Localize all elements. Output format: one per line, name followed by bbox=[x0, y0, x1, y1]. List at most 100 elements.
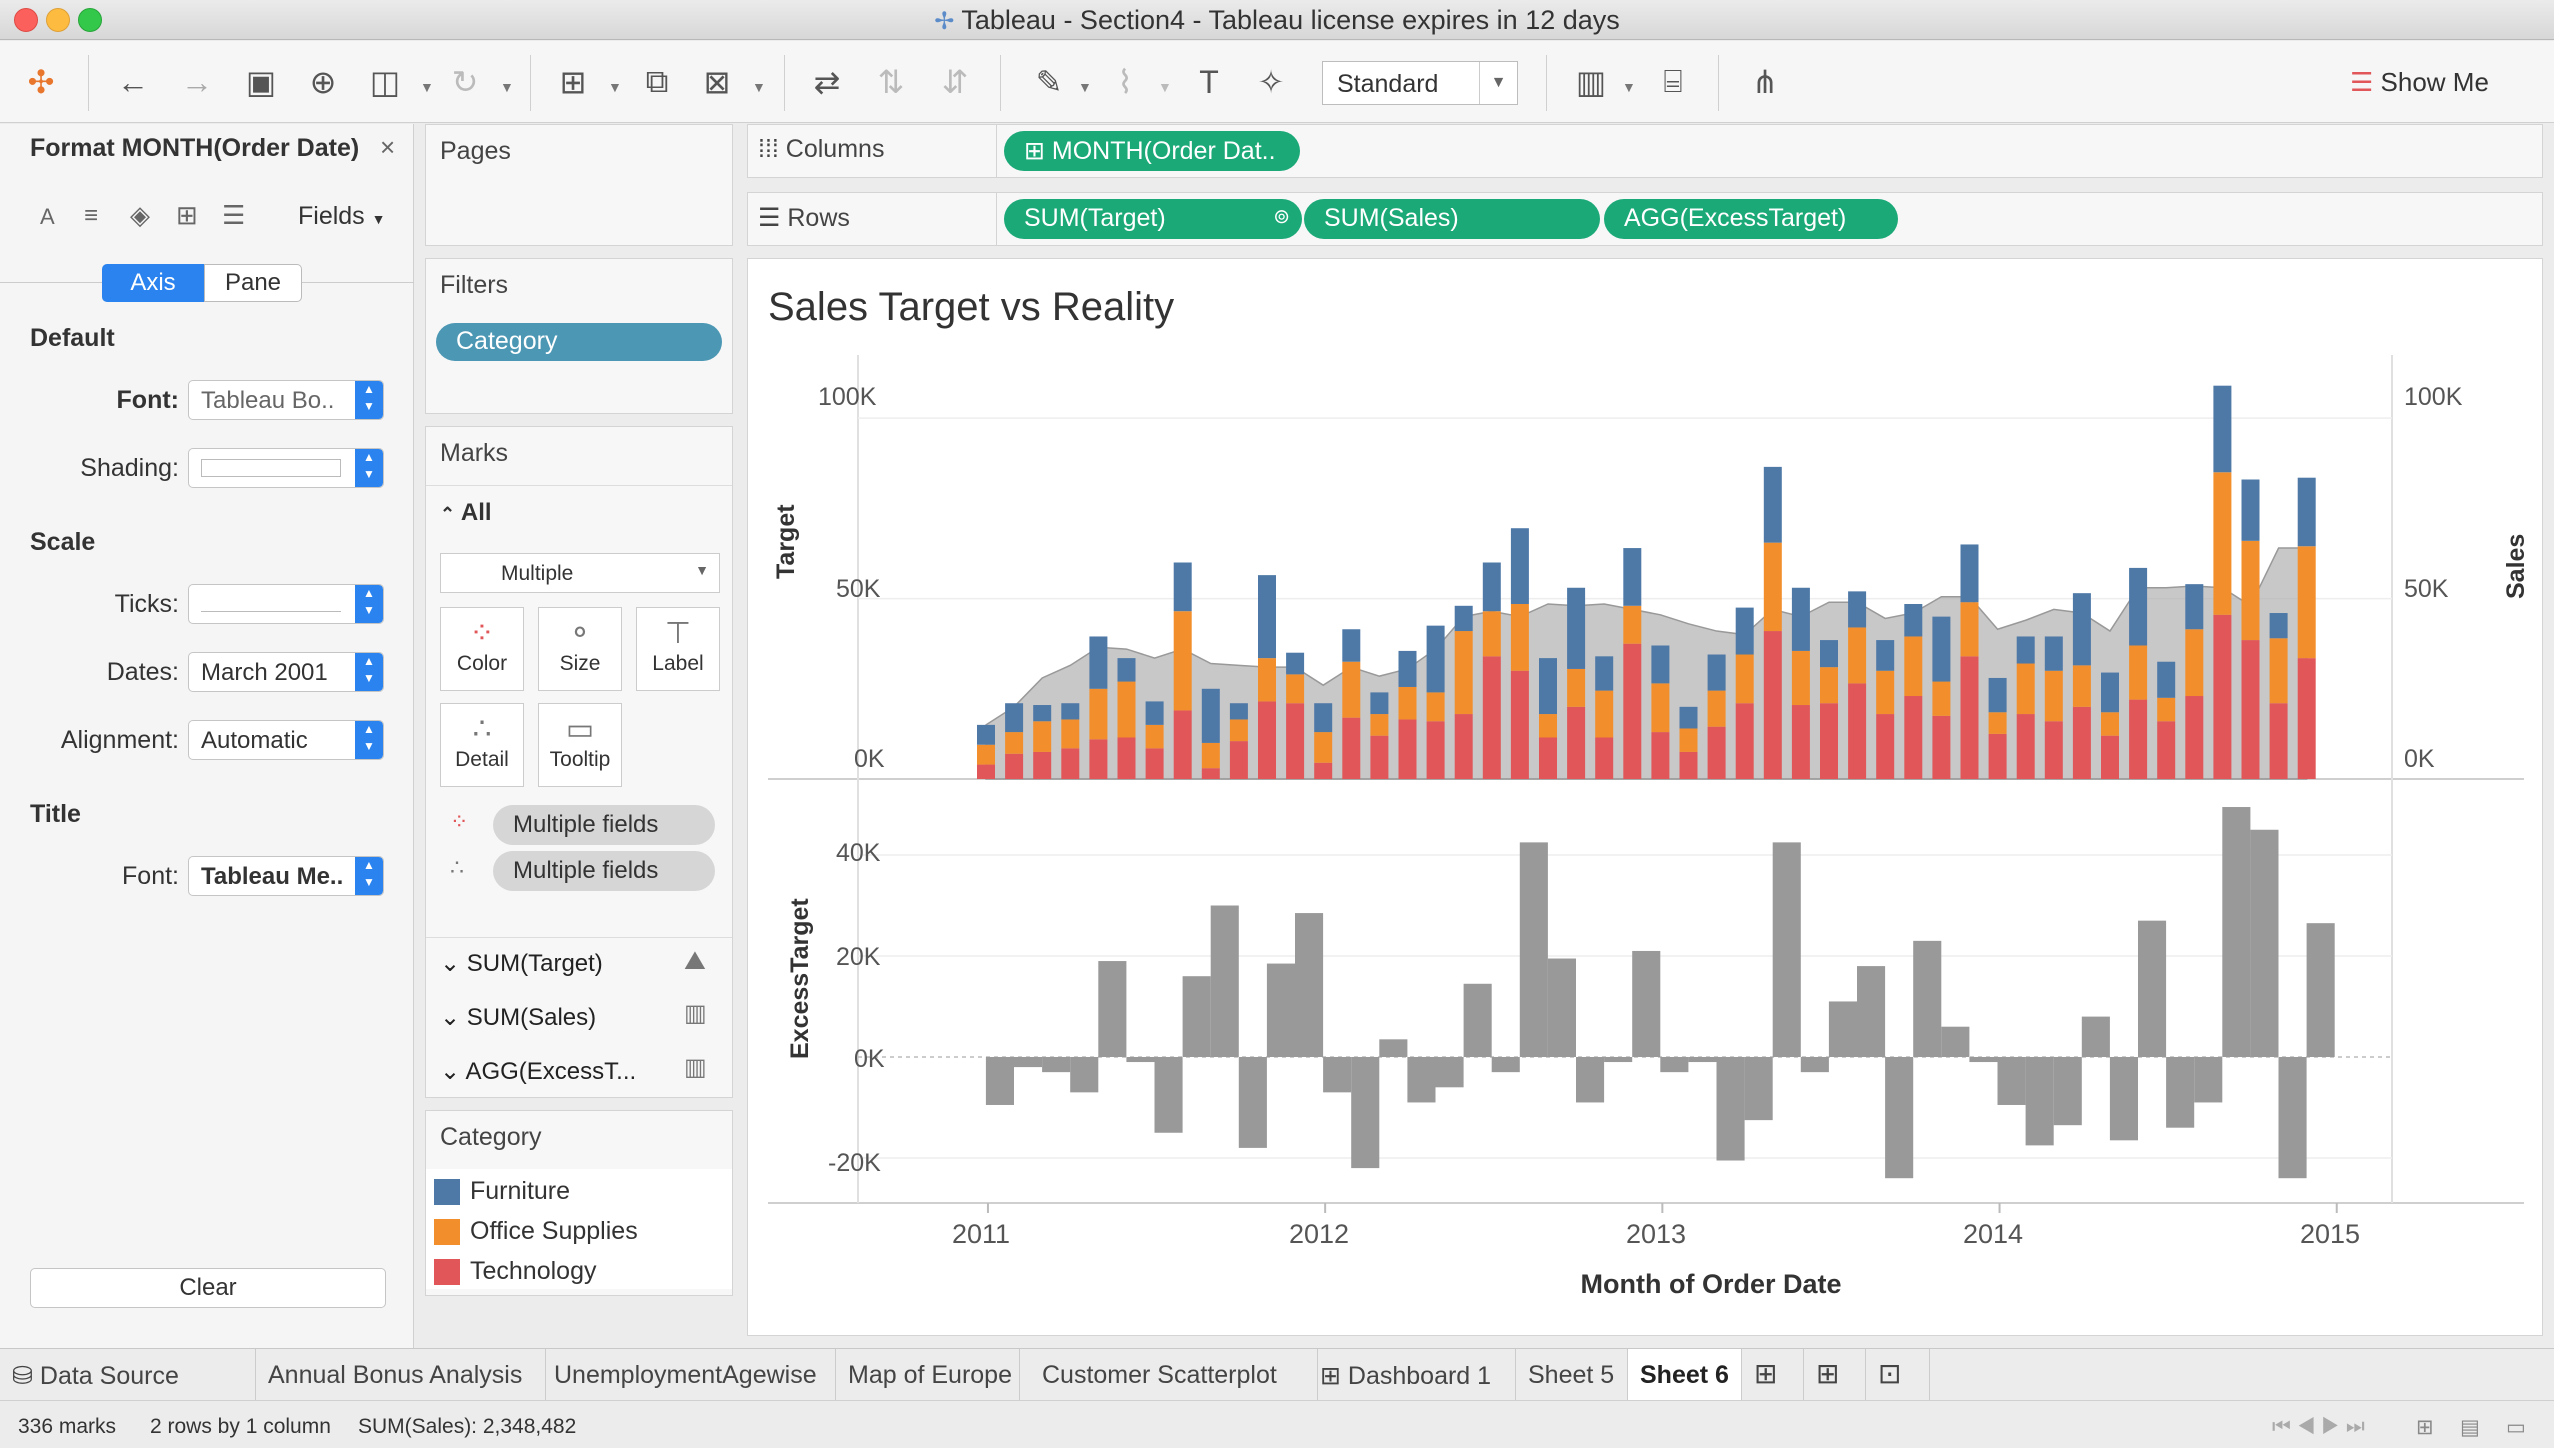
tab-sheet-5[interactable]: Sheet 5 bbox=[1516, 1349, 1628, 1401]
mark-type-select[interactable]: Multiple ▼ bbox=[440, 553, 720, 593]
presentation-mode-icon[interactable]: ⌸ bbox=[1652, 61, 1694, 103]
sales-bar-segment bbox=[2129, 645, 2148, 700]
new-dashboard-tab-icon[interactable]: ⊞ bbox=[1804, 1349, 1866, 1401]
forward-arrow-icon[interactable]: → bbox=[176, 61, 218, 103]
detail-field-icon: ∴ bbox=[450, 855, 464, 880]
sales-bar-segment bbox=[1061, 748, 1080, 779]
tab-pane[interactable]: Pane bbox=[204, 264, 302, 302]
sales-bar-segment bbox=[1314, 703, 1333, 733]
view-size-select[interactable]: Standard ▼ bbox=[1322, 61, 1518, 105]
new-story-tab-icon[interactable]: ⊡ bbox=[1866, 1349, 1930, 1401]
clear-button[interactable]: Clear bbox=[30, 1268, 386, 1308]
color-button[interactable]: ⁘ Color bbox=[440, 607, 524, 691]
show-cards-icon[interactable]: ▥ bbox=[1570, 61, 1612, 103]
tabs-view-icon[interactable]: ▭ bbox=[2506, 1415, 2526, 1440]
sales-bar-segment bbox=[1033, 721, 1052, 752]
sales-bar-segment bbox=[1904, 636, 1923, 697]
pause-updates-icon[interactable]: ◫ bbox=[364, 61, 406, 103]
sales-target-chart[interactable] bbox=[748, 259, 2544, 1337]
share-icon[interactable]: ⋔ bbox=[1744, 61, 1786, 103]
shading-tab-icon[interactable]: ◈ bbox=[130, 200, 150, 231]
rows-shelf[interactable]: ☰ Rows SUM(Target) ⊚ SUM(Sales) AGG(Exce… bbox=[747, 192, 2543, 246]
sheet-navigation-icon[interactable]: ⏮ ◀ ▶ ⏭ bbox=[2272, 1415, 2365, 1439]
sort-descending-icon[interactable]: ⇵ bbox=[934, 61, 976, 103]
rows-pill-sum-target[interactable]: SUM(Target) ⊚ bbox=[1004, 199, 1302, 239]
sales-bar-segment bbox=[977, 744, 995, 765]
pages-card[interactable]: Pages bbox=[425, 124, 733, 246]
excess-target-bar bbox=[1098, 961, 1127, 1057]
sales-bar-segment bbox=[1679, 728, 1698, 752]
title-font-select[interactable]: Tableau Me.. ▲ ▼ bbox=[188, 856, 384, 896]
filter-pill-category[interactable]: Category bbox=[436, 323, 722, 361]
label-button[interactable]: ⊤ Label bbox=[636, 607, 720, 691]
duplicate-sheet-icon[interactable]: ⧉ bbox=[636, 61, 678, 103]
fix-axes-icon[interactable]: ✧ bbox=[1250, 61, 1292, 103]
font-select[interactable]: Tableau Bo.. ▲ ▼ bbox=[188, 380, 384, 420]
detail-button[interactable]: ∴ Detail bbox=[440, 703, 524, 787]
new-worksheet-tab-icon[interactable]: ⊞ bbox=[1742, 1349, 1804, 1401]
sales-bar-segment bbox=[1623, 643, 1642, 779]
show-me-button[interactable]: ☰ Show Me bbox=[2350, 67, 2489, 98]
marks-sales-row[interactable]: ⌄ SUM(Sales) bbox=[440, 1003, 596, 1032]
highlight-icon[interactable]: ✎ bbox=[1028, 61, 1070, 103]
sales-bar-segment bbox=[1567, 706, 1586, 779]
clear-sheet-icon[interactable]: ⊠ bbox=[696, 61, 738, 103]
swap-rows-columns-icon[interactable]: ⇄ bbox=[806, 61, 848, 103]
columns-pill-month-order-date[interactable]: ⊞ MONTH(Order Dat.. bbox=[1004, 131, 1300, 171]
fields-dropdown[interactable]: Fields ▼ bbox=[298, 202, 386, 231]
bar-mark-icon: ▥ bbox=[684, 1000, 707, 1027]
tab-unemployment-agewise[interactable]: UnemploymentAgewise bbox=[542, 1349, 836, 1401]
filmstrip-icon[interactable]: ▤ bbox=[2460, 1415, 2480, 1440]
marks-all-toggle[interactable]: ⌃ All bbox=[440, 499, 492, 527]
detail-icon: ∴ bbox=[472, 713, 492, 746]
borders-tab-icon[interactable]: ⊞ bbox=[176, 200, 198, 231]
sort-ascending-icon[interactable]: ⇅ bbox=[870, 61, 912, 103]
sales-bar-segment bbox=[1960, 544, 1979, 603]
shading-select[interactable]: ▲ ▼ bbox=[188, 448, 384, 488]
alignment-select[interactable]: Automatic ▲ ▼ bbox=[188, 720, 384, 760]
tab-annual-bonus-analysis[interactable]: Annual Bonus Analysis bbox=[256, 1349, 546, 1401]
size-button[interactable]: ⚬ Size bbox=[538, 607, 622, 691]
lines-tab-icon[interactable]: ☰ bbox=[222, 200, 245, 231]
tooltip-button[interactable]: ▭ Tooltip bbox=[538, 703, 622, 787]
sales-bar-segment bbox=[1932, 681, 1951, 716]
excess-tick-label: 40K bbox=[836, 839, 881, 867]
tab-data-source[interactable]: ⛁ Data Source bbox=[0, 1349, 256, 1401]
sheet-sorter-icon[interactable]: ⊞ bbox=[2416, 1415, 2434, 1440]
worksheet-view[interactable]: Sales Target vs Reality Target Sales Exc… bbox=[747, 258, 2543, 1336]
tab-sheet-6[interactable]: Sheet 6 bbox=[1628, 1349, 1742, 1401]
detail-field-pill[interactable]: Multiple fields bbox=[493, 851, 715, 891]
alignment-tab-icon[interactable]: ≡ bbox=[84, 202, 98, 230]
color-field-pill[interactable]: Multiple fields bbox=[493, 805, 715, 845]
dates-select[interactable]: March 2001 ▲ ▼ bbox=[188, 652, 384, 692]
excess-target-bar bbox=[1435, 1057, 1464, 1088]
font-tab-icon[interactable]: A bbox=[40, 204, 55, 230]
tableau-home-icon[interactable]: ✣ bbox=[20, 61, 62, 103]
excess-target-bar bbox=[1491, 1057, 1520, 1073]
marks-target-row[interactable]: ⌄ SUM(Target) bbox=[440, 949, 603, 978]
excess-target-bar bbox=[1042, 1057, 1071, 1073]
save-icon[interactable]: ▣ bbox=[240, 61, 282, 103]
columns-shelf[interactable]: ⁞⁞⁞ Columns ⊞ MONTH(Order Dat.. bbox=[747, 124, 2543, 178]
new-worksheet-icon[interactable]: ⊞ bbox=[552, 61, 594, 103]
tab-map-of-europe[interactable]: Map of Europe bbox=[836, 1349, 1020, 1401]
group-members-icon[interactable]: ⌇ bbox=[1104, 61, 1146, 103]
tab-customer-scatterplot[interactable]: Customer Scatterplot bbox=[1030, 1349, 1318, 1401]
rows-pill-sum-sales[interactable]: SUM(Sales) bbox=[1304, 199, 1600, 239]
tab-axis[interactable]: Axis bbox=[102, 264, 204, 302]
refresh-icon[interactable]: ↻ bbox=[444, 61, 486, 103]
ticks-select[interactable]: ▲ ▼ bbox=[188, 584, 384, 624]
sales-bar-segment bbox=[1089, 688, 1108, 740]
filters-card[interactable]: Filters Category bbox=[425, 258, 733, 414]
legend-item-technology[interactable]: Technology bbox=[470, 1257, 596, 1286]
show-labels-icon[interactable]: T bbox=[1188, 61, 1230, 103]
new-data-source-icon[interactable]: ⊕ bbox=[302, 61, 344, 103]
marks-excess-row[interactable]: ⌄ AGG(ExcessT... bbox=[440, 1057, 636, 1086]
legend-item-office-supplies[interactable]: Office Supplies bbox=[470, 1217, 638, 1246]
close-icon[interactable]: × bbox=[380, 132, 395, 163]
back-arrow-icon[interactable]: ← bbox=[112, 61, 154, 103]
legend-item-furniture[interactable]: Furniture bbox=[470, 1177, 570, 1206]
rows-pill-agg-excess-target[interactable]: AGG(ExcessTarget) bbox=[1604, 199, 1898, 239]
tab-dashboard-1[interactable]: ⊞ Dashboard 1 bbox=[1308, 1349, 1516, 1401]
rows-icon: ☰ bbox=[758, 204, 781, 232]
